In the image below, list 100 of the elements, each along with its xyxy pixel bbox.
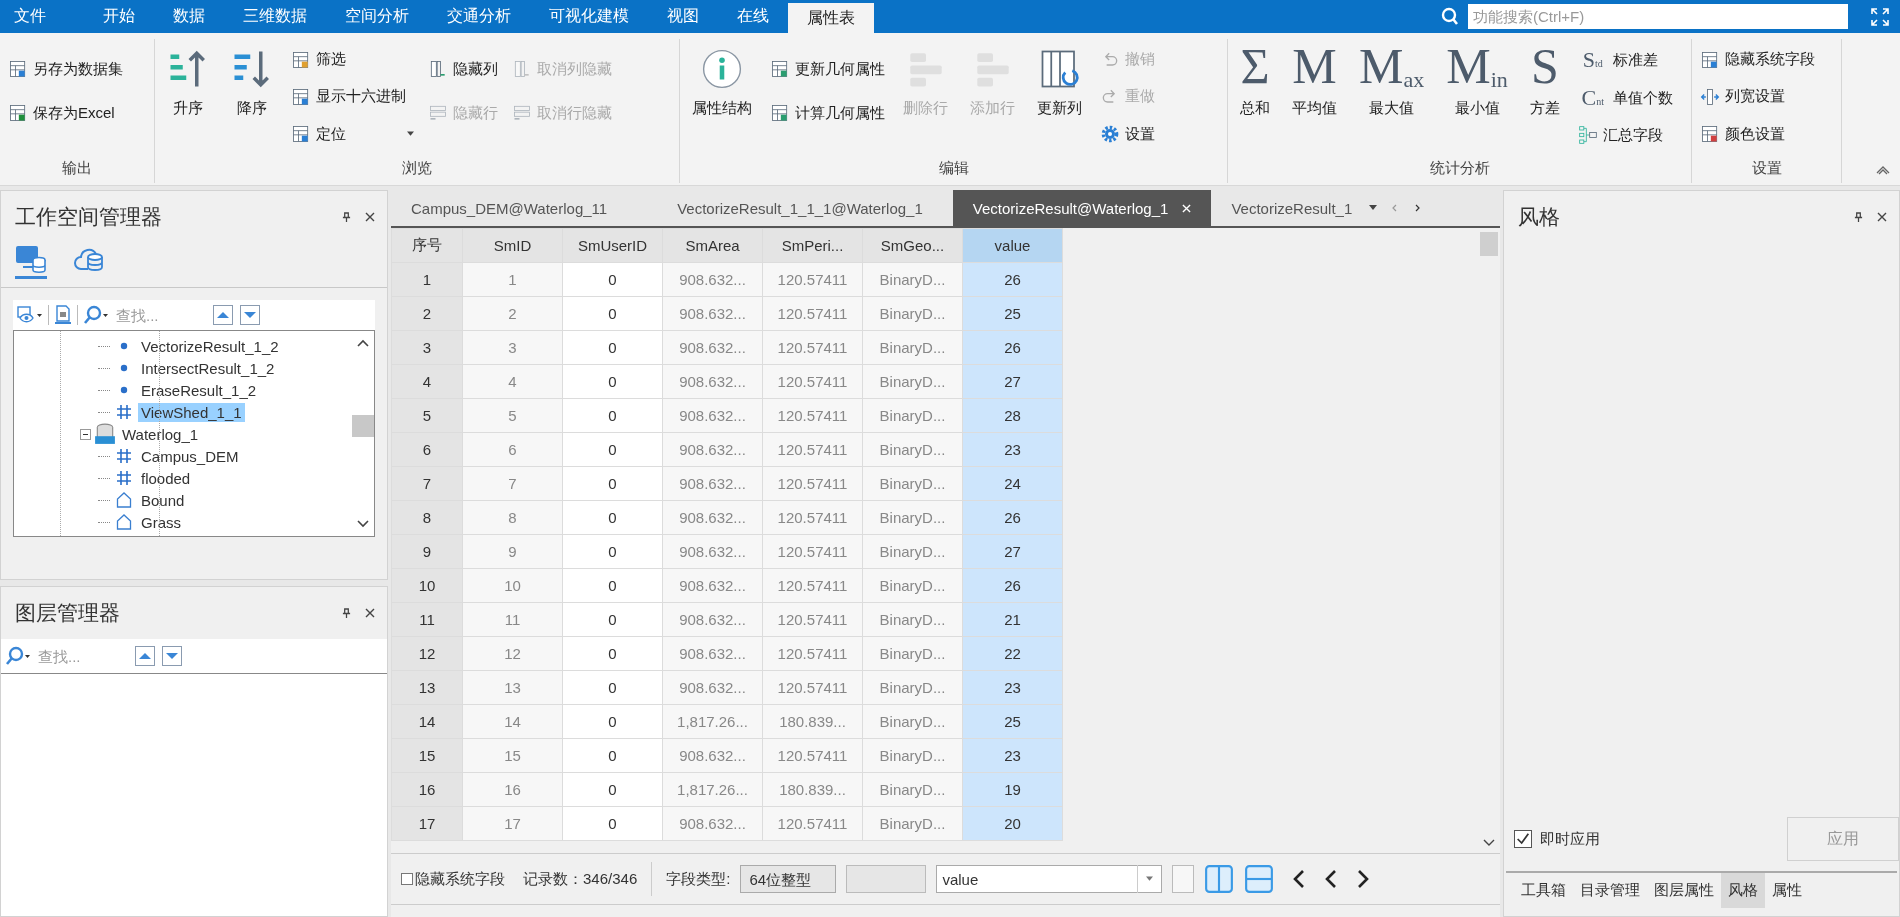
document-tab[interactable]: VectorizeResult_1 <box>1211 190 1357 226</box>
ribbon-button[interactable]: M 平均值 <box>1286 41 1343 118</box>
menu-tab[interactable]: 空间分析 <box>326 0 428 33</box>
search-icon[interactable] <box>5 646 31 666</box>
row-header[interactable]: 12 <box>391 636 463 671</box>
move-up-icon[interactable] <box>213 305 233 325</box>
ribbon-button[interactable]: 筛选 <box>289 47 416 72</box>
tree-item[interactable]: Grass <box>138 512 184 532</box>
panel-tab[interactable]: 工具箱 <box>1514 873 1573 908</box>
column-header[interactable]: 序号 <box>391 228 463 263</box>
checkbox[interactable] <box>401 873 413 885</box>
tree-item[interactable]: EraseResult_1_2 <box>138 380 260 400</box>
ribbon-button[interactable]: 列宽设置 <box>1698 85 1817 109</box>
tree-item[interactable]: Bound <box>138 490 188 510</box>
row-header[interactable]: 3 <box>391 330 463 365</box>
ribbon-button[interactable]: 更新几何属性 <box>768 57 887 81</box>
scroll-up-icon[interactable] <box>357 339 369 347</box>
scroll-down-icon[interactable] <box>1483 839 1495 847</box>
menu-tab[interactable]: 文件 <box>0 0 66 33</box>
search-icon[interactable] <box>83 305 109 325</box>
menu-tab[interactable]: 在线 <box>718 0 788 33</box>
split-horizontal-icon[interactable] <box>1244 864 1275 894</box>
row-header[interactable]: 6 <box>391 432 463 467</box>
map-icon[interactable] <box>54 305 72 325</box>
previous-icon[interactable] <box>1324 869 1339 889</box>
checkbox[interactable] <box>1514 830 1532 848</box>
column-header[interactable]: SmArea <box>662 228 763 263</box>
ribbon-button[interactable]: 另存为数据集 <box>6 57 125 81</box>
input-field[interactable] <box>1172 865 1195 893</box>
panel-tab[interactable]: 图层属性 <box>1647 873 1721 908</box>
row-header[interactable]: 1 <box>391 262 463 297</box>
row-header[interactable]: 5 <box>391 398 463 433</box>
row-header[interactable]: 8 <box>391 500 463 535</box>
first-record-icon[interactable] <box>1292 869 1307 889</box>
split-vertical-icon[interactable] <box>1204 864 1235 894</box>
menu-tab[interactable]: 开始 <box>84 0 154 33</box>
menu-tab[interactable]: 视图 <box>648 0 718 33</box>
row-header[interactable]: 13 <box>391 670 463 705</box>
search-field[interactable]: 查找... <box>36 646 130 666</box>
collapse-icon[interactable] <box>1876 165 1890 175</box>
row-header[interactable]: 17 <box>391 806 463 841</box>
search-field[interactable]: 功能搜索(Ctrl+F) <box>1468 4 1848 29</box>
ribbon-button[interactable]: 定位 <box>289 122 416 147</box>
ribbon-button[interactable]: M$_{ax}$ 最大值 <box>1353 41 1431 118</box>
eye-icon[interactable] <box>17 305 43 325</box>
close-icon[interactable] <box>365 608 375 618</box>
row-header[interactable]: 2 <box>391 296 463 331</box>
column-header[interactable]: SmPeri... <box>762 228 863 263</box>
tree-item[interactable]: ViewShed_1_1 <box>138 402 245 422</box>
ribbon-button[interactable]: 属性结构 <box>686 41 758 118</box>
row-header[interactable]: 9 <box>391 534 463 569</box>
move-down-icon[interactable] <box>240 305 260 325</box>
fullscreen-icon[interactable] <box>1870 6 1890 27</box>
panel-tab[interactable]: 属性 <box>1765 873 1809 908</box>
close-icon[interactable] <box>365 212 375 222</box>
ribbon-button[interactable]: Σ 总和 <box>1234 41 1276 118</box>
menu-tab[interactable]: 可视化建模 <box>530 0 648 33</box>
column-header[interactable]: SmID <box>462 228 563 263</box>
panel-tab[interactable]: 目录管理 <box>1573 873 1647 908</box>
ribbon-button[interactable]: 隐藏列 <box>426 57 500 81</box>
tree-item[interactable]: flooded <box>138 468 194 488</box>
row-header[interactable]: 16 <box>391 772 463 807</box>
row-header[interactable]: 10 <box>391 568 463 603</box>
scrollbar-thumb[interactable] <box>352 415 374 437</box>
ribbon-button[interactable]: M$_{in}$ 最小值 <box>1440 41 1514 118</box>
ribbon-button[interactable]: 保存为Excel <box>6 101 125 125</box>
row-header[interactable]: 4 <box>391 364 463 399</box>
tree-item[interactable]: Campus_DEM <box>138 446 242 466</box>
search-field[interactable]: 查找... <box>114 305 208 325</box>
tree-item[interactable]: VectorizeResult_1_2 <box>138 336 282 356</box>
input-field[interactable] <box>846 865 927 893</box>
document-tab[interactable]: VectorizeResult@Waterlog_1 <box>952 190 1212 226</box>
row-header[interactable]: 14 <box>391 704 463 739</box>
panel-tab[interactable]: 风格 <box>1721 873 1765 908</box>
ribbon-button[interactable]: 计算几何属性 <box>768 101 887 125</box>
scroll-down-icon[interactable] <box>357 520 369 528</box>
workspace-tab[interactable] <box>15 243 47 279</box>
close-icon[interactable] <box>1877 212 1887 222</box>
row-header[interactable]: 15 <box>391 738 463 773</box>
row-header[interactable]: 7 <box>391 466 463 501</box>
scrollbar-thumb[interactable] <box>1480 232 1498 256</box>
move-up-icon[interactable] <box>135 646 155 666</box>
field-dropdown[interactable]: value <box>936 865 1163 893</box>
ribbon-button[interactable]: S 方差 <box>1523 41 1566 118</box>
menu-tab[interactable]: 交通分析 <box>428 0 530 33</box>
row-header[interactable]: 11 <box>391 602 463 637</box>
tree-item[interactable]: Waterlog_1 <box>119 424 202 444</box>
collapse-toggle-icon[interactable] <box>80 428 91 440</box>
ribbon-button[interactable]: 更新列 <box>1031 41 1088 118</box>
move-down-icon[interactable] <box>162 646 182 666</box>
ribbon-button[interactable]: 降序 <box>225 41 279 118</box>
menu-tab[interactable]: 三维数据 <box>224 0 326 33</box>
menu-tab[interactable]: 属性表 <box>788 3 874 33</box>
tree-item[interactable]: IntersectResult_1_2 <box>138 358 278 378</box>
ribbon-button[interactable]: 设置 <box>1098 122 1157 147</box>
document-tab[interactable]: VectorizeResult_1_1_1@Waterlog_1 <box>657 190 953 226</box>
column-header[interactable]: SmGeo... <box>862 228 963 263</box>
ribbon-button[interactable]: 显示十六进制 <box>289 85 416 109</box>
pin-icon[interactable] <box>342 211 351 223</box>
ribbon-button[interactable]: 汇总字段 <box>1575 123 1675 147</box>
